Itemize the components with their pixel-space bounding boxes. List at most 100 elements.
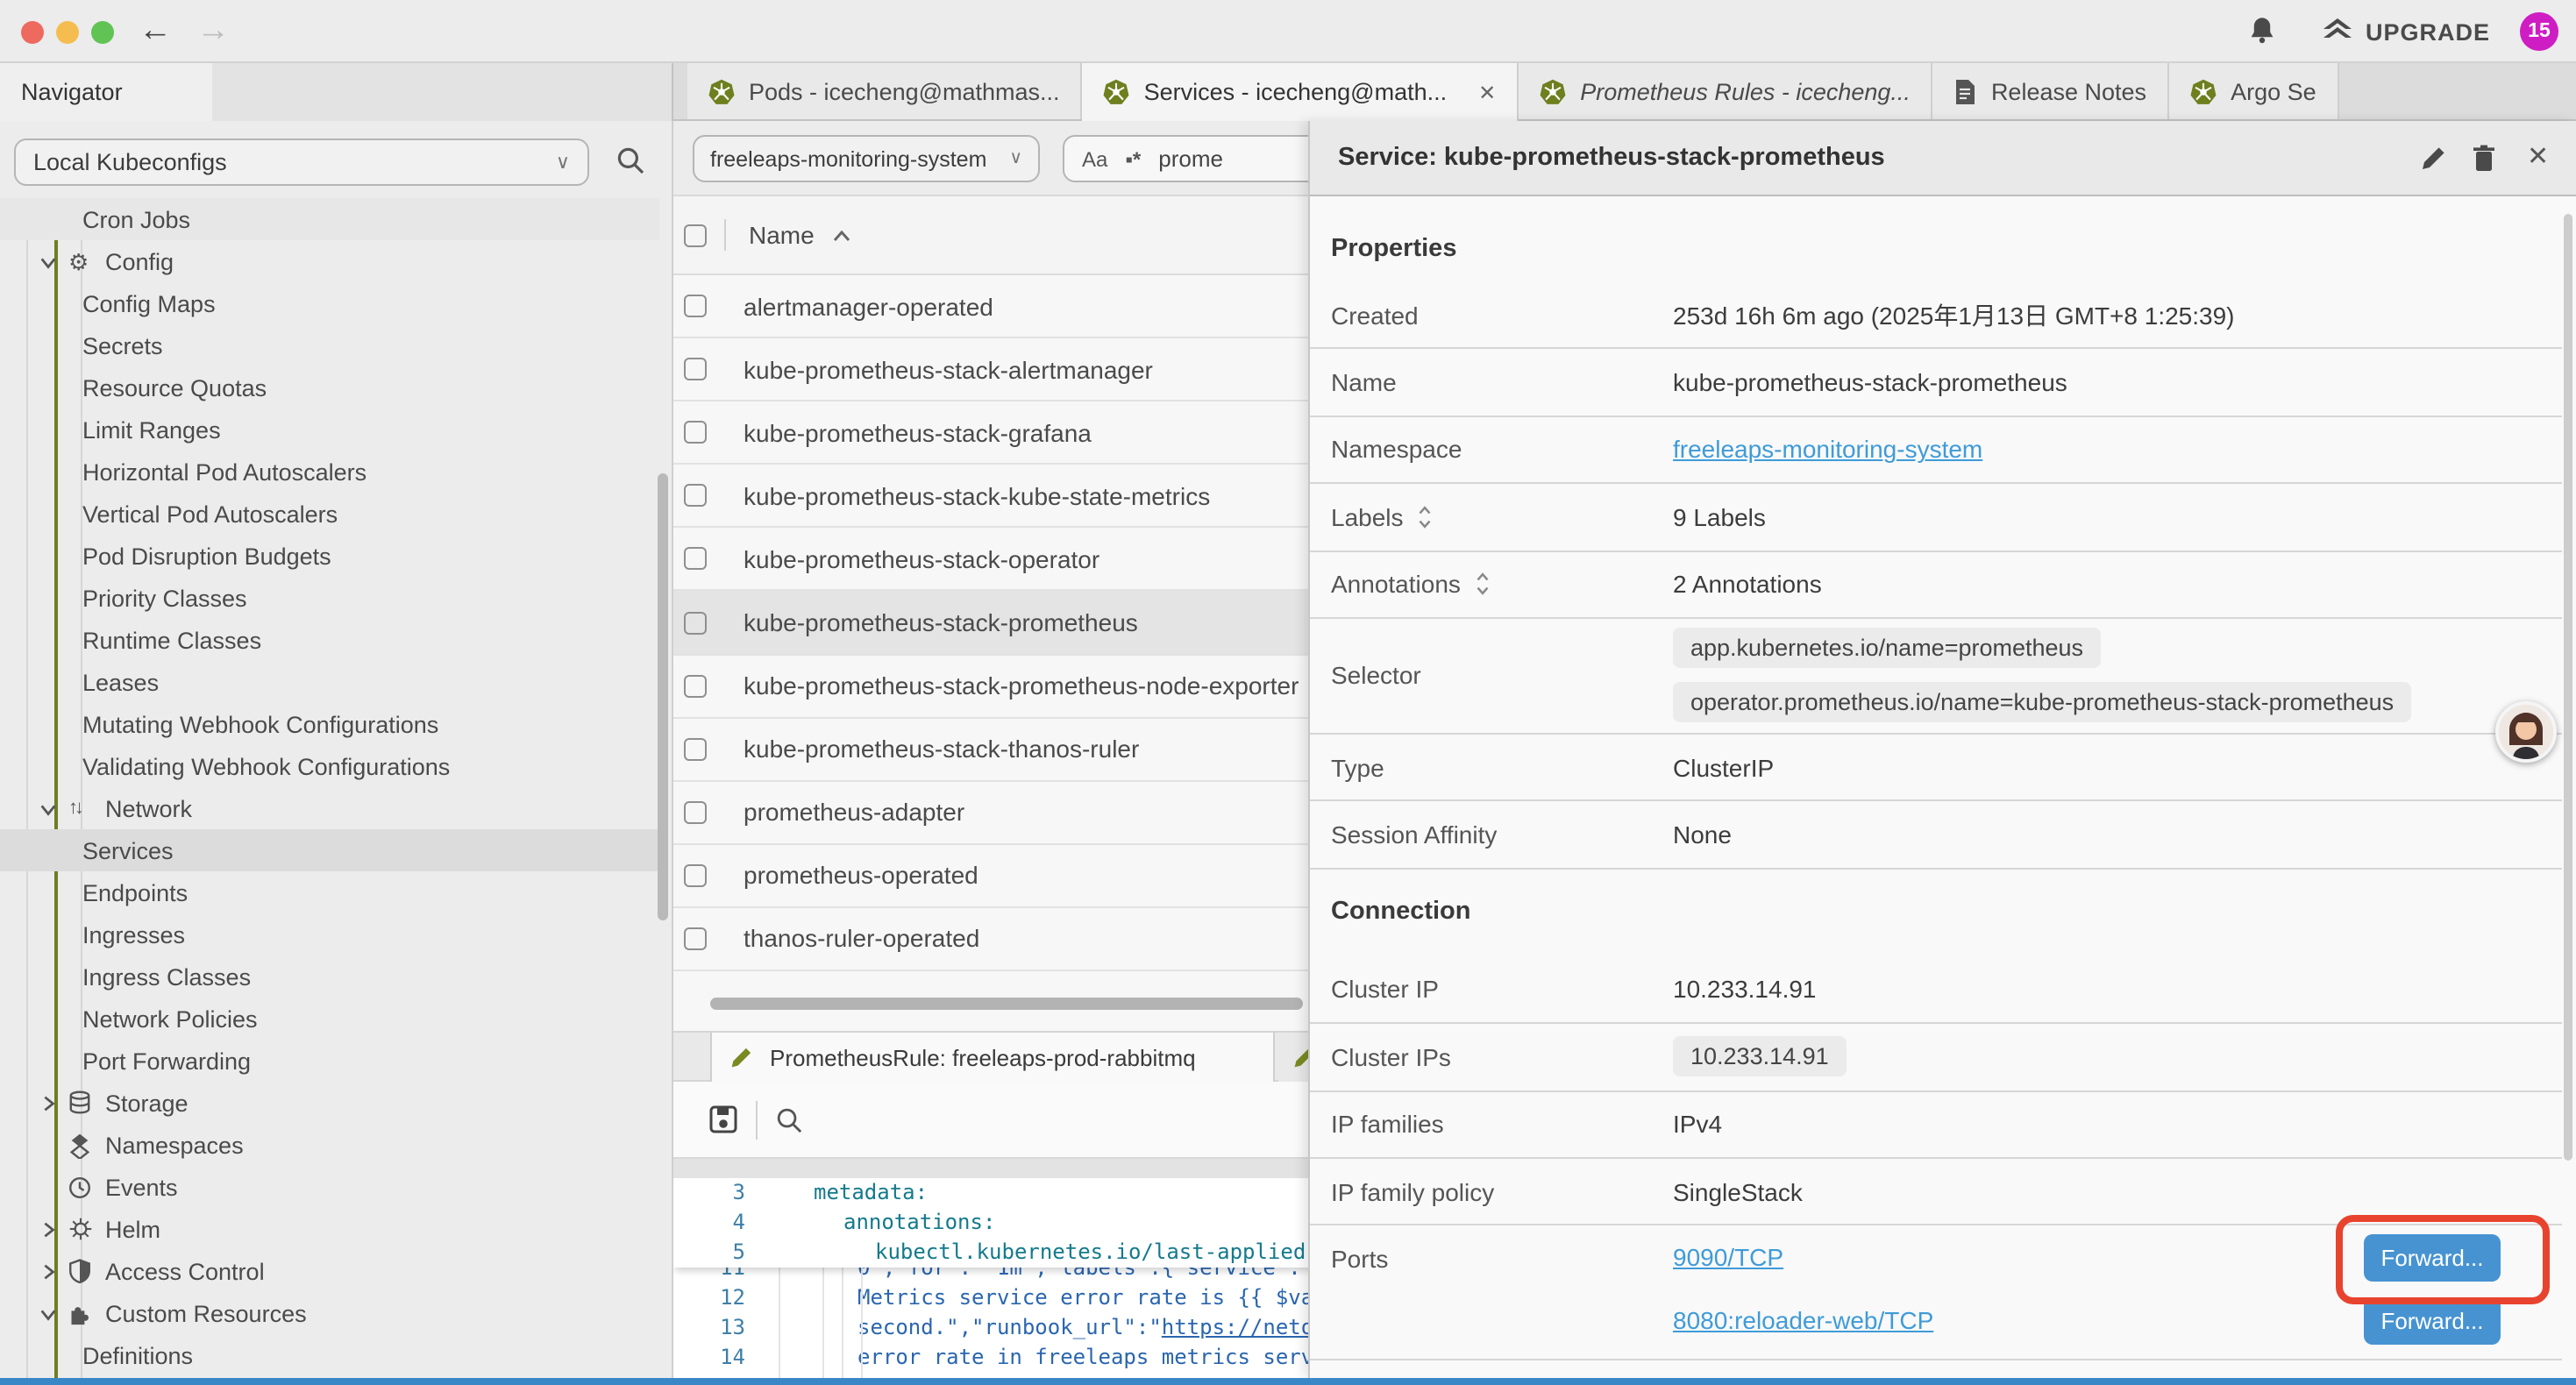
select-all-checkbox[interactable] xyxy=(684,224,707,246)
sidebar-item-ingress-classes[interactable]: Ingress Classes xyxy=(0,955,659,998)
row-checkbox[interactable] xyxy=(684,674,707,697)
notifications-bell-icon[interactable] xyxy=(2248,16,2276,46)
chevron-down-icon[interactable] xyxy=(39,1303,61,1323)
sidebar-item-pod-disruption-budgets[interactable]: Pod Disruption Budgets xyxy=(0,535,659,577)
sort-icon[interactable] xyxy=(1473,572,1492,597)
service-name: alertmanager-operated xyxy=(744,292,993,320)
sort-icon[interactable] xyxy=(1416,505,1435,529)
sidebar-item-validating-webhook-configurations[interactable]: Validating Webhook Configurations xyxy=(0,745,659,787)
close-icon[interactable]: ✕ xyxy=(2527,140,2549,172)
sidebar-item-namespaces[interactable]: Namespaces xyxy=(0,1124,659,1166)
row-checkbox[interactable] xyxy=(684,927,707,950)
sidebar-item-network[interactable]: ↑↓Network xyxy=(0,787,659,829)
chevron-right-icon[interactable] xyxy=(39,1219,61,1239)
tab-prometheus-rules-icecheng[interactable]: Prometheus Rules - icecheng... xyxy=(1519,63,1933,119)
chevron-down-icon[interactable] xyxy=(39,252,61,271)
sidebar-item-leases[interactable]: Leases xyxy=(0,661,659,703)
detail-row-labels: Labels9 Labels xyxy=(1310,484,2562,551)
sidebar-item-mutating-webhook-configurations[interactable]: Mutating Webhook Configurations xyxy=(0,703,659,745)
edit-pencil-icon[interactable] xyxy=(2420,144,2448,172)
sidebar-item-custom-resources[interactable]: Custom Resources xyxy=(0,1292,659,1334)
namespace-filter-select[interactable]: freeleaps-monitoring-system ∨ xyxy=(693,135,1040,182)
sidebar-item-label: Ingress Classes xyxy=(82,963,251,990)
port-link-8080-reloader-web-tcp[interactable]: 8080:reloader-web/TCP xyxy=(1673,1307,1933,1335)
user-avatar[interactable] xyxy=(2495,701,2557,763)
detail-label: Cluster IPs xyxy=(1310,1043,1673,1071)
sidebar-item-horizontal-pod-autoscalers[interactable]: Horizontal Pod Autoscalers xyxy=(0,451,659,493)
kubeconfig-selector[interactable]: Local Kubeconfigs ∨ xyxy=(14,138,589,186)
upgrade-button[interactable]: UPGRADE xyxy=(2322,18,2490,46)
chevron-down-icon[interactable] xyxy=(39,799,61,818)
maximize-window-button[interactable] xyxy=(91,20,114,43)
port-link-9090-tcp[interactable]: 9090/TCP xyxy=(1673,1244,1783,1272)
regex-icon[interactable]: ▪* xyxy=(1125,146,1141,171)
row-checkbox[interactable] xyxy=(684,864,707,887)
sidebar-item-storage[interactable]: Storage xyxy=(0,1082,659,1124)
sidebar-item-limit-ranges[interactable]: Limit Ranges xyxy=(0,408,659,451)
sidebar-item-services[interactable]: Services xyxy=(0,829,659,871)
sidebar-item-ingresses[interactable]: Ingresses xyxy=(0,913,659,955)
back-arrow-icon[interactable]: ← xyxy=(139,9,172,54)
sidebar-item-priority-classes[interactable]: Priority Classes xyxy=(0,577,659,619)
sidebar-item-label: Vertical Pod Autoscalers xyxy=(82,501,338,527)
sidebar-item-label: Validating Webhook Configurations xyxy=(82,753,450,779)
match-case-icon[interactable]: Aa xyxy=(1082,146,1107,171)
sidebar-item-resource-quotas[interactable]: Resource Quotas xyxy=(0,366,659,408)
close-tab-icon[interactable]: ✕ xyxy=(1478,80,1496,104)
upgrade-chevrons-icon xyxy=(2322,18,2353,46)
section-heading-properties: Properties xyxy=(1310,228,2562,270)
sidebar-item-endpoints[interactable]: Endpoints xyxy=(0,871,659,913)
forward-button[interactable]: Forward... xyxy=(2364,1297,2501,1345)
row-checkbox[interactable] xyxy=(684,358,707,380)
chevron-down-icon: ∨ xyxy=(1009,149,1022,168)
name-column-header[interactable]: Name xyxy=(749,221,815,249)
sidebar-item-vertical-pod-autoscalers[interactable]: Vertical Pod Autoscalers xyxy=(0,493,659,535)
forward-button[interactable]: Forward... xyxy=(2364,1234,2501,1282)
editor-search-icon[interactable] xyxy=(775,1105,803,1133)
close-window-button[interactable] xyxy=(21,20,44,43)
tab-services-icecheng-math[interactable]: Services - icecheng@math...✕ xyxy=(1083,63,1519,121)
sidebar-scrollbar[interactable] xyxy=(658,473,668,920)
row-checkbox[interactable] xyxy=(684,611,707,634)
sidebar-item-secrets[interactable]: Secrets xyxy=(0,324,659,366)
sort-ascending-icon[interactable] xyxy=(832,227,853,243)
drawer-title: Service: kube-prometheus-stack-prometheu… xyxy=(1338,144,1885,172)
sidebar-item-config[interactable]: ⚙Config xyxy=(0,240,659,282)
tab-label: Prometheus Rules - icecheng... xyxy=(1580,78,1911,104)
drawer-scrollbar[interactable] xyxy=(2564,214,2572,1161)
notification-count-badge[interactable]: 15 xyxy=(2520,12,2558,51)
detail-row-ip-family-policy: IP family policySingleStack xyxy=(1310,1159,2562,1226)
gears-icon: ⚙ xyxy=(68,250,95,273)
editor-tab-prometheusrule[interactable]: PrometheusRule: freeleaps-prod-rabbitmq xyxy=(710,1033,1275,1082)
chevron-right-icon[interactable] xyxy=(39,1093,61,1112)
sidebar-item-access-control[interactable]: Access Control xyxy=(0,1250,659,1292)
sidebar-search-icon[interactable] xyxy=(616,146,645,175)
sidebar-item-helm[interactable]: Helm xyxy=(0,1208,659,1250)
tab-argo-se[interactable]: Argo Se xyxy=(2169,63,2339,119)
sidebar-item-config-maps[interactable]: Config Maps xyxy=(0,282,659,324)
minimize-window-button[interactable] xyxy=(56,20,79,43)
row-checkbox[interactable] xyxy=(684,801,707,824)
row-checkbox[interactable] xyxy=(684,737,707,760)
sidebar-item-cron-jobs[interactable]: Cron Jobs xyxy=(0,198,659,240)
row-checkbox[interactable] xyxy=(684,421,707,444)
forward-arrow-icon[interactable]: → xyxy=(196,9,230,54)
row-checkbox[interactable] xyxy=(684,485,707,508)
row-checkbox[interactable] xyxy=(684,295,707,317)
sidebar-item-definitions[interactable]: Definitions xyxy=(0,1334,659,1376)
horizontal-scrollbar[interactable] xyxy=(710,998,1303,1010)
chevron-right-icon[interactable] xyxy=(39,1261,61,1281)
sidebar-item-port-forwarding[interactable]: Port Forwarding xyxy=(0,1040,659,1082)
sidebar-item-network-policies[interactable]: Network Policies xyxy=(0,998,659,1040)
row-checkbox[interactable] xyxy=(684,548,707,571)
detail-value: kube-prometheus-stack-prometheus xyxy=(1673,368,2067,396)
tab-pods-icecheng-mathmas[interactable]: Pods - icecheng@mathmas... xyxy=(687,63,1083,119)
tab-release-notes[interactable]: Release Notes xyxy=(1933,63,2169,119)
sidebar-item-events[interactable]: Events xyxy=(0,1166,659,1208)
sidebar-item-runtime-classes[interactable]: Runtime Classes xyxy=(0,619,659,661)
navigator-panel-tab[interactable]: Navigator xyxy=(0,63,212,121)
port-line: 8080:reloader-web/TCP Forward... xyxy=(1673,1289,2562,1353)
delete-trash-icon[interactable] xyxy=(2471,144,2497,172)
save-icon[interactable] xyxy=(708,1104,738,1134)
namespace-link[interactable]: freeleaps-monitoring-system xyxy=(1673,436,1982,464)
